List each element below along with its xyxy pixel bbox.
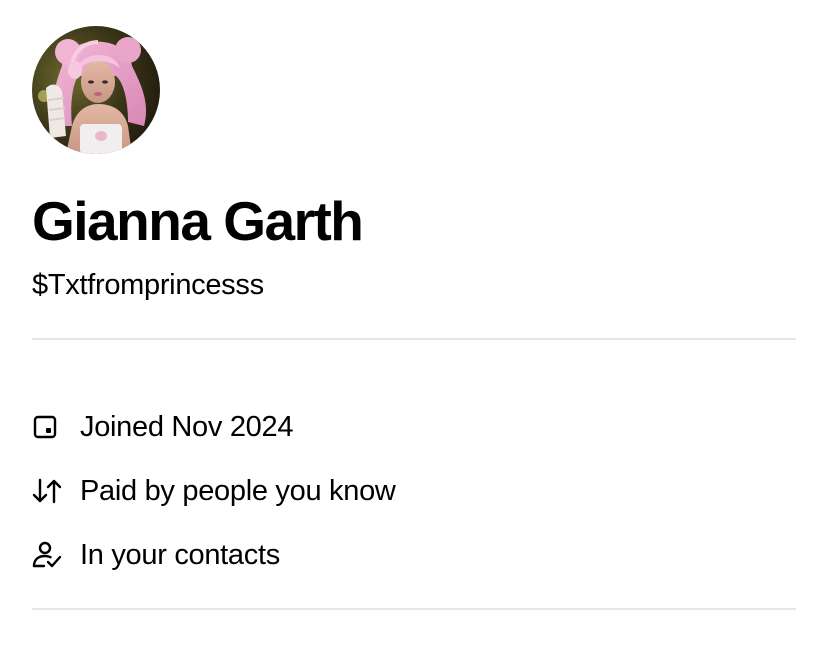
profile-card: Gianna Garth $Txtfromprincesss Joined No… [32,26,796,610]
avatar[interactable] [32,26,160,154]
divider [32,608,796,610]
profile-details: Joined Nov 2024 Paid by people you know [32,412,796,570]
display-name: Gianna Garth [32,190,364,252]
detail-paid-by: Paid by people you know [32,476,796,506]
detail-joined-text: Joined Nov 2024 [80,410,294,443]
detail-contacts-text: In your contacts [80,538,280,571]
transfer-arrows-icon [32,476,64,506]
detail-joined: Joined Nov 2024 [32,412,796,442]
detail-contacts: In your contacts [32,540,796,570]
detail-paid-by-text: Paid by people you know [80,474,396,507]
calendar-square-icon [32,412,64,442]
avatar-image [32,26,160,154]
contact-check-icon [32,540,64,570]
cashtag: $Txtfromprincesss [32,269,264,301]
divider [32,338,796,340]
